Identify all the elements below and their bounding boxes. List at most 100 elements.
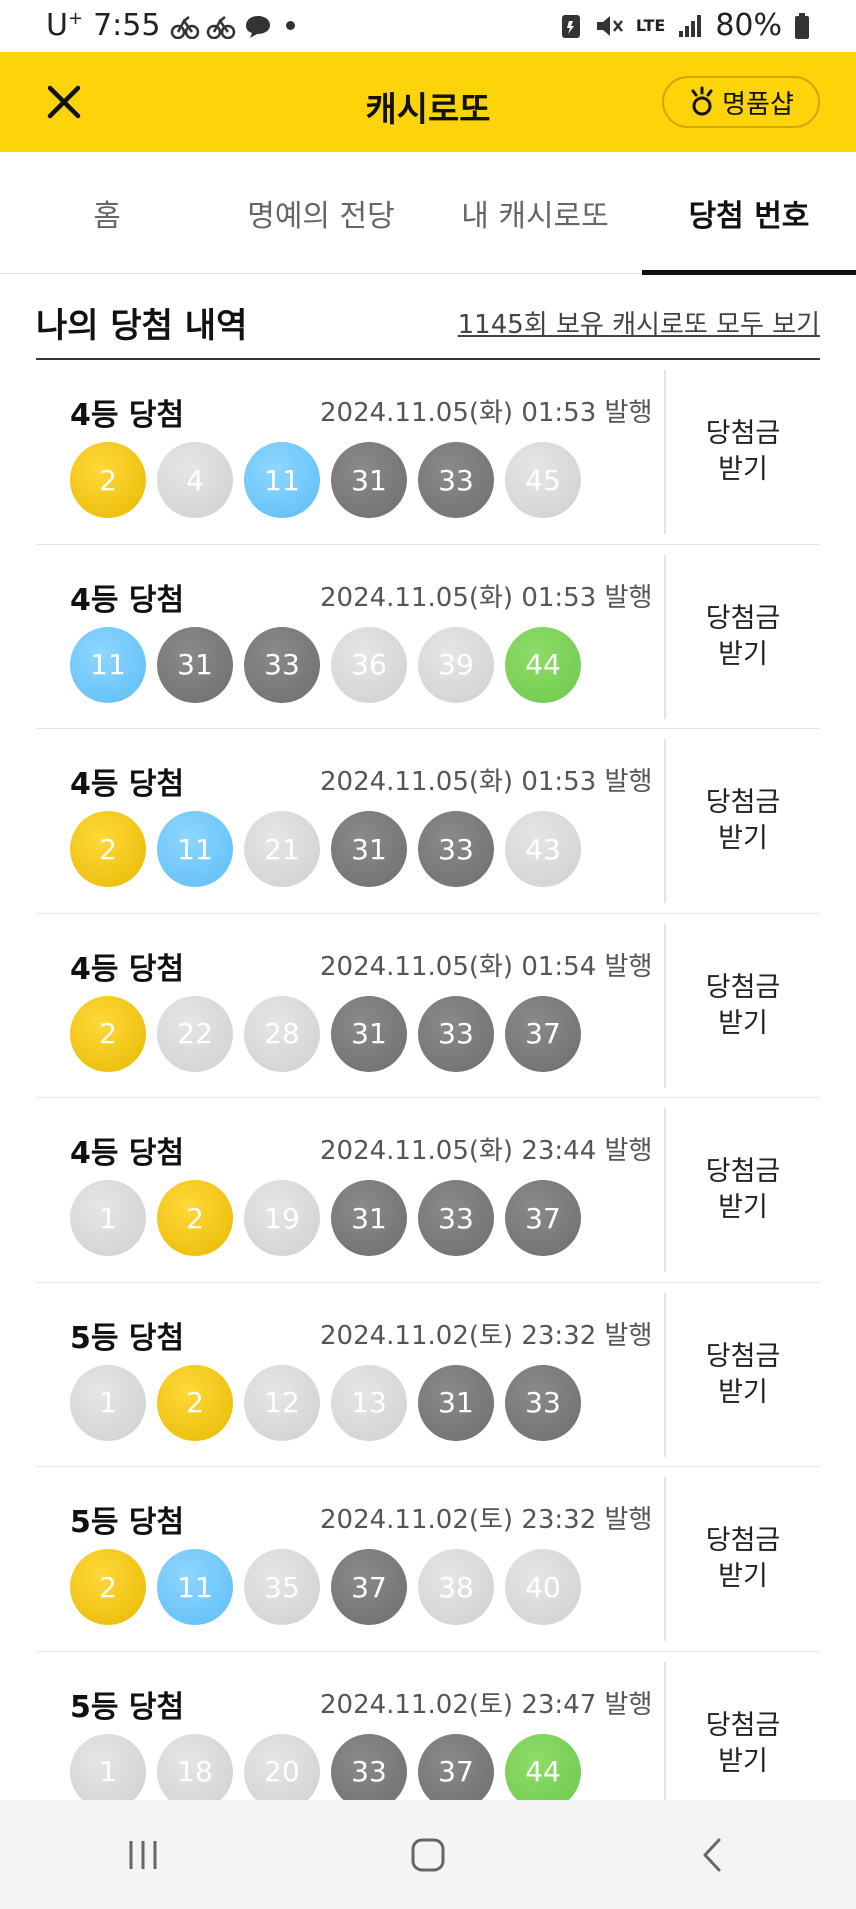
win-row: 5등 당첨 2024.11.02(토) 23:32 발행 1 2 12 13 31 33 당첨금… — [36, 1283, 820, 1467]
lotto-ball: 40 — [505, 1549, 581, 1625]
claim-label-line2: 받기 — [718, 1007, 768, 1039]
lotto-ball: 33 — [505, 1364, 581, 1441]
lotto-ball: 2 — [70, 811, 146, 887]
claim-label-line2: 받기 — [718, 823, 768, 854]
claim-label-line1: 당첨금 — [705, 1340, 781, 1372]
claim-label-line1: 당첨금 — [705, 1709, 781, 1741]
tab-label: 홈 — [93, 199, 121, 234]
win-rank: 4등 당첨 — [70, 767, 185, 802]
lotto-ball: 11 — [157, 1549, 233, 1625]
lotto-ball: 11 — [70, 626, 146, 703]
claim-label-line2: 받기 — [718, 1745, 768, 1777]
lotto-ball: 43 — [505, 811, 581, 887]
lotto-ball: 33 — [418, 811, 494, 887]
luxury-shop-button[interactable]: 명품샵 — [662, 76, 820, 128]
status-bar: U+ 7:55 LTE 80% — [0, 0, 856, 52]
claim-prize-button[interactable]: 당첨금받기 — [666, 1293, 820, 1457]
lotto-ball: 33 — [418, 442, 494, 518]
lotto-ball: 31 — [157, 626, 233, 703]
lotto-ball: 2 — [70, 1549, 146, 1625]
lotto-ball: 33 — [418, 995, 494, 1072]
more-notifications-dot — [286, 21, 296, 30]
lotto-numbers: 1 2 19 31 33 37 — [70, 1180, 581, 1256]
win-rank: 4등 당첨 — [70, 951, 185, 987]
lotto-ball: 36 — [331, 626, 407, 703]
lotto-numbers: 2 11 21 31 33 43 — [70, 811, 581, 887]
lotto-ball: 2 — [70, 995, 146, 1072]
lotto-ball: 2 — [157, 1180, 233, 1256]
network-type: LTE — [635, 15, 666, 35]
home-button[interactable] — [368, 1815, 488, 1895]
back-button[interactable] — [653, 1815, 773, 1895]
home-icon — [411, 1838, 445, 1871]
issued-datetime: 2024.11.05(화) 01:53 발행 — [320, 582, 653, 613]
issued-datetime: 2024.11.05(화) 01:53 발행 — [320, 767, 653, 797]
claim-prize-button[interactable]: 당첨금받기 — [666, 1477, 820, 1641]
claim-label-line2: 받기 — [718, 638, 768, 670]
view-all-tickets-link[interactable]: 1145회 보유 캐시로또 모두 보기 — [458, 304, 820, 341]
claim-label-line1: 당첨금 — [705, 1525, 781, 1556]
carrier-sup: + — [67, 8, 84, 29]
claim-prize-button[interactable]: 당첨금 받기 — [666, 924, 820, 1088]
lotto-ball: 12 — [244, 1364, 320, 1441]
issued-datetime: 2024.11.05(화) 01:53 발행 — [320, 398, 653, 428]
claim-prize-button[interactable]: 당첨금받기 — [666, 370, 820, 534]
recent-apps-button[interactable] — [83, 1815, 203, 1895]
tab-hall-of-fame[interactable]: 명예의 전당 — [214, 152, 428, 274]
win-rank: 5등 당첨 — [70, 1320, 185, 1356]
lotto-numbers: 2 22 28 31 33 37 — [70, 995, 581, 1072]
status-bar-right: LTE 80% — [560, 8, 810, 43]
lotto-ball: 35 — [244, 1549, 320, 1625]
tab-my-cashlotto[interactable]: 내 캐시로또 — [428, 152, 642, 274]
mute-icon — [596, 15, 623, 36]
status-bar-left: U+ 7:55 — [46, 8, 296, 43]
claim-label-line1: 당첨금 — [705, 787, 781, 818]
back-icon — [703, 1838, 721, 1871]
claim-prize-button[interactable]: 당첨금받기 — [666, 739, 820, 903]
lotto-ball: 21 — [244, 811, 320, 887]
lotto-ball: 37 — [505, 1180, 581, 1256]
win-rank: 4등 당첨 — [70, 1136, 185, 1171]
win-row: 4등 당첨 2024.11.05(화) 01:53 발행 2 11 21 31 33 43 당첨… — [36, 729, 820, 914]
win-rank: 4등 당첨 — [70, 398, 185, 433]
recent-apps-icon — [129, 1840, 157, 1869]
system-nav-bar — [0, 1800, 856, 1909]
issued-datetime: 2024.11.02(토) 23:47 발행 — [320, 1689, 653, 1720]
issued-datetime: 2024.11.05(화) 23:44 발행 — [320, 1136, 653, 1166]
tab-label: 당첨 번호 — [688, 199, 810, 234]
win-rank: 4등 당첨 — [70, 582, 185, 618]
lotto-numbers: 2 4 11 31 33 45 — [70, 442, 581, 518]
tab-winning-numbers[interactable]: 당첨 번호 — [642, 152, 856, 275]
tab-bar: 홈 명예의 전당 내 캐시로또 당첨 번호 — [0, 152, 856, 275]
battery-percent: 80% — [715, 8, 782, 43]
lotto-ball: 31 — [331, 1180, 407, 1256]
lotto-ball: 45 — [505, 442, 581, 518]
win-row: 4등 당첨 2024.11.05(화) 23:44 발행 1 2 19 31 33 37 당첨금… — [36, 1098, 820, 1283]
claim-prize-button[interactable]: 당첨금 받기 — [666, 1108, 820, 1272]
lotto-ball: 11 — [244, 442, 320, 518]
luxury-shop-label: 명품샵 — [722, 89, 794, 120]
app-header: 캐시로또 명품샵 — [0, 52, 856, 152]
lotto-ball: 19 — [244, 1180, 320, 1256]
claim-label-line2: 받기 — [718, 1376, 768, 1408]
tab-home[interactable]: 홈 — [0, 152, 214, 274]
claim-label-line2: 받기 — [718, 454, 768, 485]
lotto-ball: 37 — [505, 995, 581, 1072]
cycling-app-icon — [207, 15, 236, 39]
win-rank: 5등 당첨 — [70, 1689, 185, 1725]
lotto-numbers: 1 18 20 33 37 44 — [70, 1733, 581, 1810]
claim-label-line2: 받기 — [718, 1561, 768, 1592]
lotto-ball: 33 — [418, 1180, 494, 1256]
issued-datetime: 2024.11.05(화) 01:54 발행 — [320, 951, 653, 982]
lotto-ball: 44 — [505, 626, 581, 703]
lotto-ball: 31 — [331, 811, 407, 887]
claim-prize-button[interactable]: 당첨금 받기 — [666, 555, 820, 719]
issued-datetime: 2024.11.02(토) 23:32 발행 — [320, 1505, 653, 1535]
sparkle-bell-icon — [691, 86, 713, 116]
issued-datetime: 2024.11.02(토) 23:32 발행 — [320, 1320, 653, 1351]
claim-label-line1: 당첨금 — [705, 418, 781, 449]
lotto-ball: 33 — [244, 626, 320, 703]
lotto-ball: 28 — [244, 995, 320, 1072]
section-title: 나의 당첨 내역 — [36, 306, 248, 346]
lotto-ball: 39 — [418, 626, 494, 703]
